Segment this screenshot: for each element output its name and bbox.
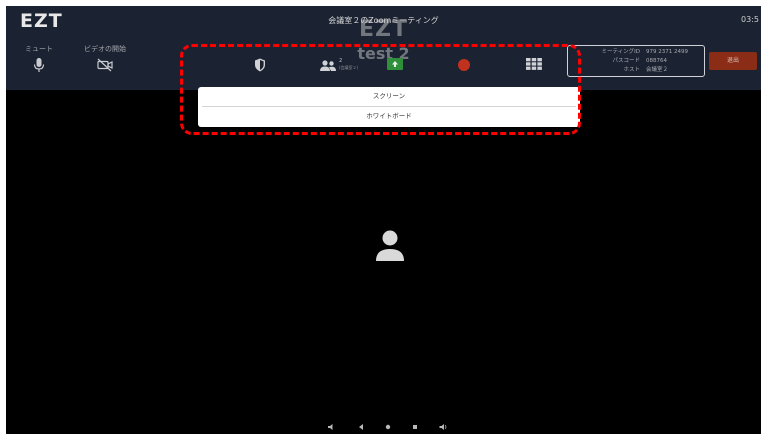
- home-icon[interactable]: [383, 422, 393, 432]
- meeting-id-row: ミーティングID 979 2371 2499: [568, 48, 704, 56]
- leave-button[interactable]: 退出: [709, 52, 757, 70]
- mute-label: ミュート: [25, 45, 53, 53]
- meeting-id-value: 979 2371 2499: [646, 49, 688, 55]
- security-button[interactable]: [225, 44, 295, 72]
- host-value: 会議室２: [646, 67, 669, 73]
- passcode-value: 088764: [646, 58, 667, 64]
- back-icon[interactable]: [356, 422, 366, 432]
- meeting-title: 会議室２のZoomミーティング: [328, 16, 439, 25]
- record-button[interactable]: [429, 44, 499, 72]
- passcode-label: パスコード: [612, 58, 640, 64]
- record-icon: [458, 59, 470, 71]
- volume-down-icon[interactable]: [326, 422, 336, 432]
- host-row: ホスト 会議室２: [568, 66, 704, 74]
- clock: 03:5: [741, 15, 759, 24]
- mute-button[interactable]: ミュート: [6, 44, 74, 72]
- volume-up-icon[interactable]: [438, 422, 448, 432]
- participant-count: 2: [339, 58, 343, 64]
- shield-icon: [255, 58, 265, 72]
- start-video-label: ビデオの開始: [84, 45, 126, 53]
- avatar-icon: [376, 230, 404, 261]
- video-off-icon: [97, 58, 113, 72]
- meeting-toolbar: EZT EZT test 2 会議室２のZoomミーティング 03:5 ミュート…: [6, 6, 761, 90]
- share-icon: [387, 58, 403, 70]
- participants-button[interactable]: 2 (会議室２): [296, 44, 366, 74]
- share-menu: スクリーン ホワイトボード: [198, 87, 580, 127]
- android-screen: EZT EZT test 2 会議室２のZoomミーティング 03:5 ミュート…: [6, 6, 761, 434]
- grid-icon: [526, 58, 542, 70]
- passcode-row: パスコード 088764: [568, 57, 704, 65]
- android-nav-bar: [6, 420, 761, 434]
- host-label: ホスト: [623, 67, 640, 73]
- gallery-view-button[interactable]: [499, 44, 569, 70]
- participant-host-note: (会議室２): [339, 65, 359, 70]
- share-whiteboard-option[interactable]: ホワイトボード: [198, 107, 580, 126]
- meeting-info-panel: ミーティングID 979 2371 2499 パスコード 088764 ホスト …: [567, 45, 705, 77]
- start-video-button[interactable]: ビデオの開始: [70, 44, 140, 72]
- share-screen-option[interactable]: スクリーン: [198, 87, 580, 106]
- microphone-icon: [33, 58, 45, 72]
- share-button[interactable]: [360, 44, 430, 70]
- recent-apps-icon[interactable]: [410, 422, 420, 432]
- meeting-id-label: ミーティングID: [601, 49, 640, 55]
- participants-icon: [320, 60, 336, 71]
